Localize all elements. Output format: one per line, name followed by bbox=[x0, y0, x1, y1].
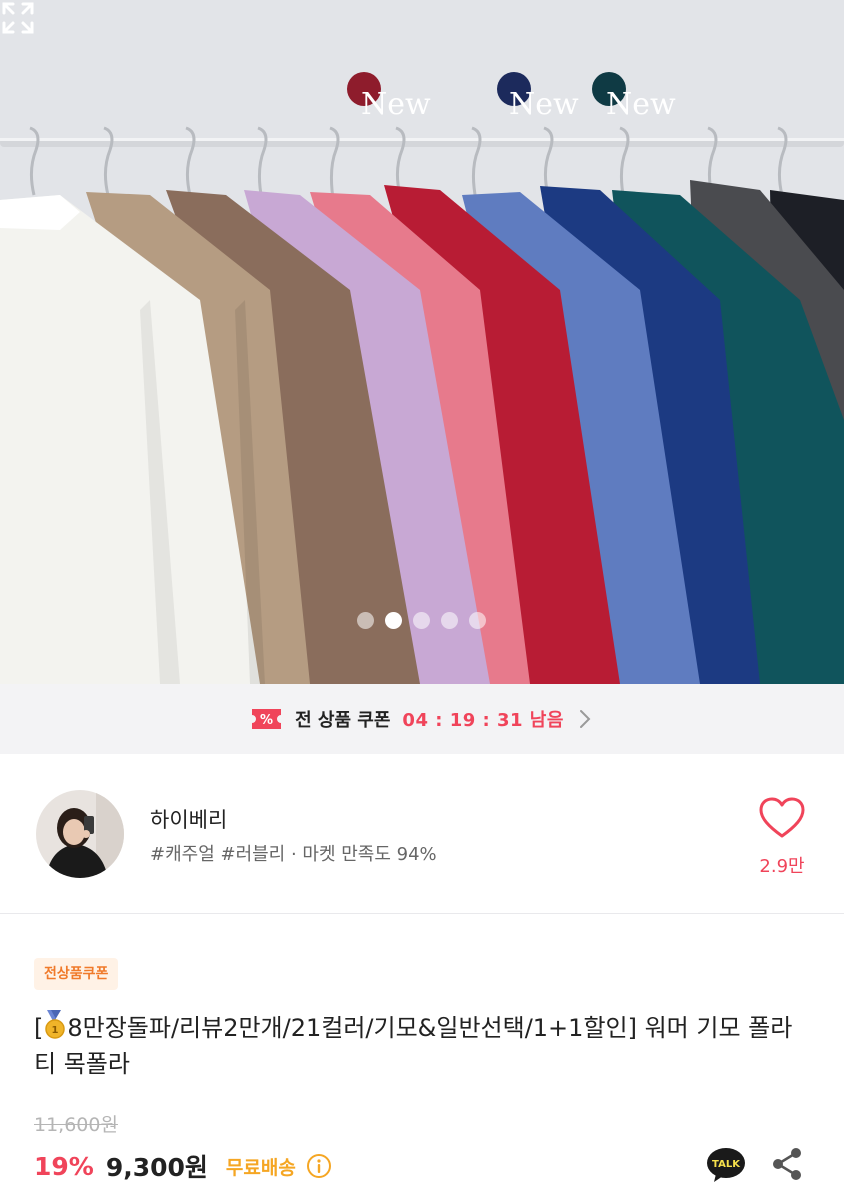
talk-icon: TALK bbox=[707, 1148, 745, 1182]
title-text: 8만장돌파/리뷰2만개/21컬러/기모&일반선택/1+1할인] 워머 기모 폴라… bbox=[34, 1014, 793, 1078]
product-image-carousel[interactable]: New New New bbox=[0, 0, 844, 684]
coupon-label: 전 상품 쿠폰 bbox=[295, 710, 391, 731]
store-info: 하이베리 #캐주얼 #러블리 · 마켓 만족도 94% 2.9만 bbox=[0, 754, 844, 914]
carousel-dot-active[interactable] bbox=[385, 612, 402, 629]
carousel-dot[interactable] bbox=[469, 612, 486, 629]
kakao-talk-button[interactable]: TALK bbox=[706, 1146, 746, 1184]
svg-text:New: New bbox=[361, 87, 431, 122]
svg-text:New: New bbox=[606, 87, 676, 122]
carousel-dot[interactable] bbox=[413, 612, 430, 629]
coupon-chip: 전상품쿠폰 bbox=[34, 958, 119, 990]
discount-rate: 19% bbox=[34, 1151, 94, 1181]
sale-price: 9,300원 bbox=[105, 1153, 208, 1182]
expand-icon[interactable] bbox=[0, 0, 36, 36]
medal-icon: 1 bbox=[45, 1010, 66, 1039]
share-icon[interactable] bbox=[770, 1146, 804, 1182]
title-bracket: [ bbox=[34, 1014, 44, 1042]
svg-text:%: % bbox=[260, 713, 273, 728]
price-row: 19% 9,300원 무료배송 bbox=[34, 1146, 332, 1186]
like-button[interactable]: 2.9만 bbox=[752, 796, 812, 882]
svg-text:TALK: TALK bbox=[712, 1159, 741, 1170]
chevron-right-icon bbox=[579, 710, 591, 728]
svg-text:New: New bbox=[509, 87, 579, 122]
coupon-icon: % bbox=[252, 709, 282, 729]
store-avatar[interactable] bbox=[36, 790, 124, 878]
like-count: 2.9만 bbox=[759, 856, 805, 877]
store-name[interactable]: 하이베리 bbox=[150, 804, 227, 834]
original-price: 11,600원 bbox=[34, 1114, 118, 1136]
avatar-image bbox=[36, 790, 124, 878]
store-tags: #캐주얼 #러블리 · 마켓 만족도 94% bbox=[150, 844, 437, 865]
coupon-banner[interactable]: % 전 상품 쿠폰 04 : 19 : 31 남음 bbox=[0, 684, 844, 754]
info-icon[interactable] bbox=[306, 1153, 332, 1179]
free-shipping-label: 무료배송 bbox=[225, 1156, 296, 1179]
heart-icon bbox=[759, 797, 805, 838]
carousel-dot[interactable] bbox=[441, 612, 458, 629]
product-title: [ 1 8만장돌파/리뷰2만개/21컬러/기모&일반선택/1+1할인] 워머 기… bbox=[34, 1010, 810, 1082]
product-photo: New New New bbox=[0, 0, 844, 684]
svg-text:1: 1 bbox=[52, 1025, 59, 1036]
carousel-dot[interactable] bbox=[357, 612, 374, 629]
carousel-dots bbox=[357, 612, 486, 629]
coupon-timer: 04 : 19 : 31 남음 bbox=[402, 710, 564, 731]
